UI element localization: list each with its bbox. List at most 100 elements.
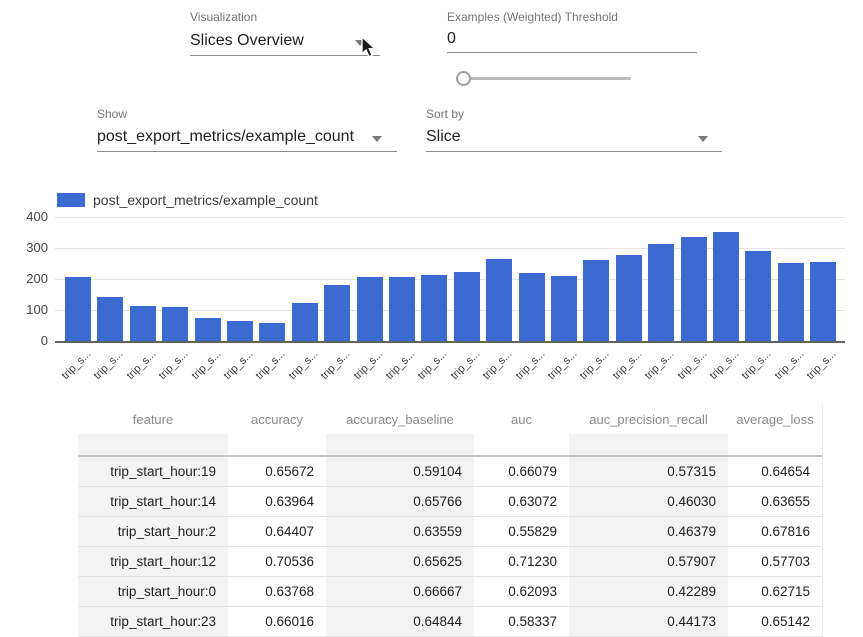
bar[interactable] (227, 321, 253, 341)
table-row[interactable]: trip_start_hour:190.656720.591040.660790… (78, 457, 822, 487)
cursor-icon (360, 36, 377, 65)
column-header-auc[interactable]: auc (474, 403, 569, 434)
bar[interactable] (97, 297, 123, 341)
metric-cell: 0.65766 (326, 487, 474, 516)
filter-cell (569, 434, 728, 455)
metric-cell: 0.42289 (569, 577, 728, 606)
bar[interactable] (324, 285, 350, 341)
column-header-feature[interactable]: feature (78, 403, 228, 434)
metric-cell: 0.63768 (228, 577, 326, 606)
y-axis-tick-label: 300 (14, 240, 48, 255)
metric-cell: 0.57907 (569, 547, 728, 576)
bar[interactable] (745, 251, 771, 341)
table-row[interactable]: trip_start_hour:230.660160.648440.583370… (78, 607, 822, 637)
metric-cell: 0.63964 (228, 487, 326, 516)
sort-by-select-value[interactable]: Slice (426, 128, 722, 146)
visualization-select-value[interactable]: Slices Overview (190, 32, 380, 50)
metric-cell: 0.65625 (326, 547, 474, 576)
metric-cell: 0.46030 (569, 487, 728, 516)
visualization-select[interactable]: Slices Overview (190, 32, 380, 56)
visualization-label: Visualization (190, 8, 257, 26)
gridline (55, 217, 845, 218)
bar[interactable] (713, 232, 739, 341)
bar[interactable] (778, 263, 804, 341)
table-row[interactable]: trip_start_hour:120.705360.656250.712300… (78, 547, 822, 577)
feature-cell: trip_start_hour:0 (78, 577, 228, 606)
visualization-select-underline (190, 55, 380, 56)
table-row[interactable]: trip_start_hour:140.639640.657660.630720… (78, 487, 822, 517)
metric-cell: 0.63559 (326, 517, 474, 546)
x-axis-baseline (55, 341, 845, 343)
feature-cell: trip_start_hour:23 (78, 607, 228, 636)
y-axis-tick-label: 400 (14, 209, 48, 224)
sort-by-label: Sort by (426, 105, 464, 123)
metric-cell: 0.71230 (474, 547, 569, 576)
show-select-value[interactable]: post_export_metrics/example_count (97, 128, 397, 146)
bar[interactable] (583, 260, 609, 341)
chevron-down-icon[interactable] (372, 136, 382, 142)
metric-cell: 0.63655 (728, 487, 822, 516)
filter-cell (228, 434, 326, 455)
threshold-slider-track[interactable] (463, 77, 631, 80)
metric-cell: 0.66016 (228, 607, 326, 636)
metric-cell: 0.64654 (728, 457, 822, 486)
metric-cell: 0.59104 (326, 457, 474, 486)
threshold-slider-thumb[interactable] (456, 71, 471, 86)
metric-cell: 0.65672 (228, 457, 326, 486)
bar[interactable] (421, 275, 447, 341)
feature-cell: trip_start_hour:2 (78, 517, 228, 546)
bar[interactable] (65, 277, 91, 341)
column-header-auc_precision_recall[interactable]: auc_precision_recall (569, 403, 728, 434)
metric-cell: 0.57315 (569, 457, 728, 486)
bar[interactable] (519, 273, 545, 341)
bar[interactable] (551, 276, 577, 341)
metric-cell: 0.55829 (474, 517, 569, 546)
filter-cell (78, 434, 228, 455)
bar[interactable] (616, 255, 642, 341)
metric-cell: 0.70536 (228, 547, 326, 576)
bar[interactable] (486, 259, 512, 341)
bar[interactable] (648, 244, 674, 341)
metric-cell: 0.57703 (728, 547, 822, 576)
table-row[interactable]: trip_start_hour:20.644070.635590.55829 0.… (78, 517, 822, 547)
sort-by-select[interactable]: Slice (426, 128, 722, 152)
bar[interactable] (292, 303, 318, 341)
feature-cell: trip_start_hour:14 (78, 487, 228, 516)
column-header-accuracy[interactable]: accuracy (228, 403, 326, 434)
metric-cell: 0.67816 (728, 517, 822, 546)
bar[interactable] (259, 323, 285, 341)
bar[interactable] (195, 318, 221, 341)
y-axis-tick-label: 0 (14, 333, 48, 348)
bar[interactable] (130, 306, 156, 341)
column-header-accuracy_baseline[interactable]: accuracy_baseline (326, 403, 474, 434)
metric-cell: 0.65142 (728, 607, 822, 636)
bar[interactable] (454, 272, 480, 341)
bar[interactable] (810, 262, 836, 341)
show-select-underline (97, 151, 397, 152)
metric-cell: 0.44173 (569, 607, 728, 636)
filter-cell (728, 434, 822, 455)
bar-chart: post_export_metrics/example_count 010020… (0, 185, 863, 400)
table-filter-row (78, 434, 822, 457)
filter-cell (474, 434, 569, 455)
filter-cell (326, 434, 474, 455)
bar[interactable] (162, 307, 188, 341)
metric-cell: 0.62715 (728, 577, 822, 606)
bar[interactable] (389, 277, 415, 341)
bar[interactable] (681, 237, 707, 341)
threshold-field[interactable]: 0 (447, 30, 697, 53)
chart-canvas: 0100200300400trip_s...trip_s...trip_s...… (0, 185, 863, 400)
metric-cell: 0.66667 (326, 577, 474, 606)
column-header-average_loss[interactable]: average_loss (728, 403, 822, 434)
sort-by-select-underline (426, 151, 722, 152)
table-row[interactable]: trip_start_hour:00.637680.666670.620930.… (78, 577, 822, 607)
table-header-row: featureaccuracyaccuracy_baselineaucauc_p… (78, 403, 822, 434)
bar[interactable] (357, 277, 383, 341)
threshold-input[interactable]: 0 (447, 30, 697, 48)
threshold-label: Examples (Weighted) Threshold (447, 8, 618, 26)
metric-cell: 0.64407 (228, 517, 326, 546)
show-label: Show (97, 105, 127, 123)
chevron-down-icon[interactable] (698, 136, 708, 142)
show-select[interactable]: post_export_metrics/example_count (97, 128, 397, 152)
feature-cell: trip_start_hour:12 (78, 547, 228, 576)
